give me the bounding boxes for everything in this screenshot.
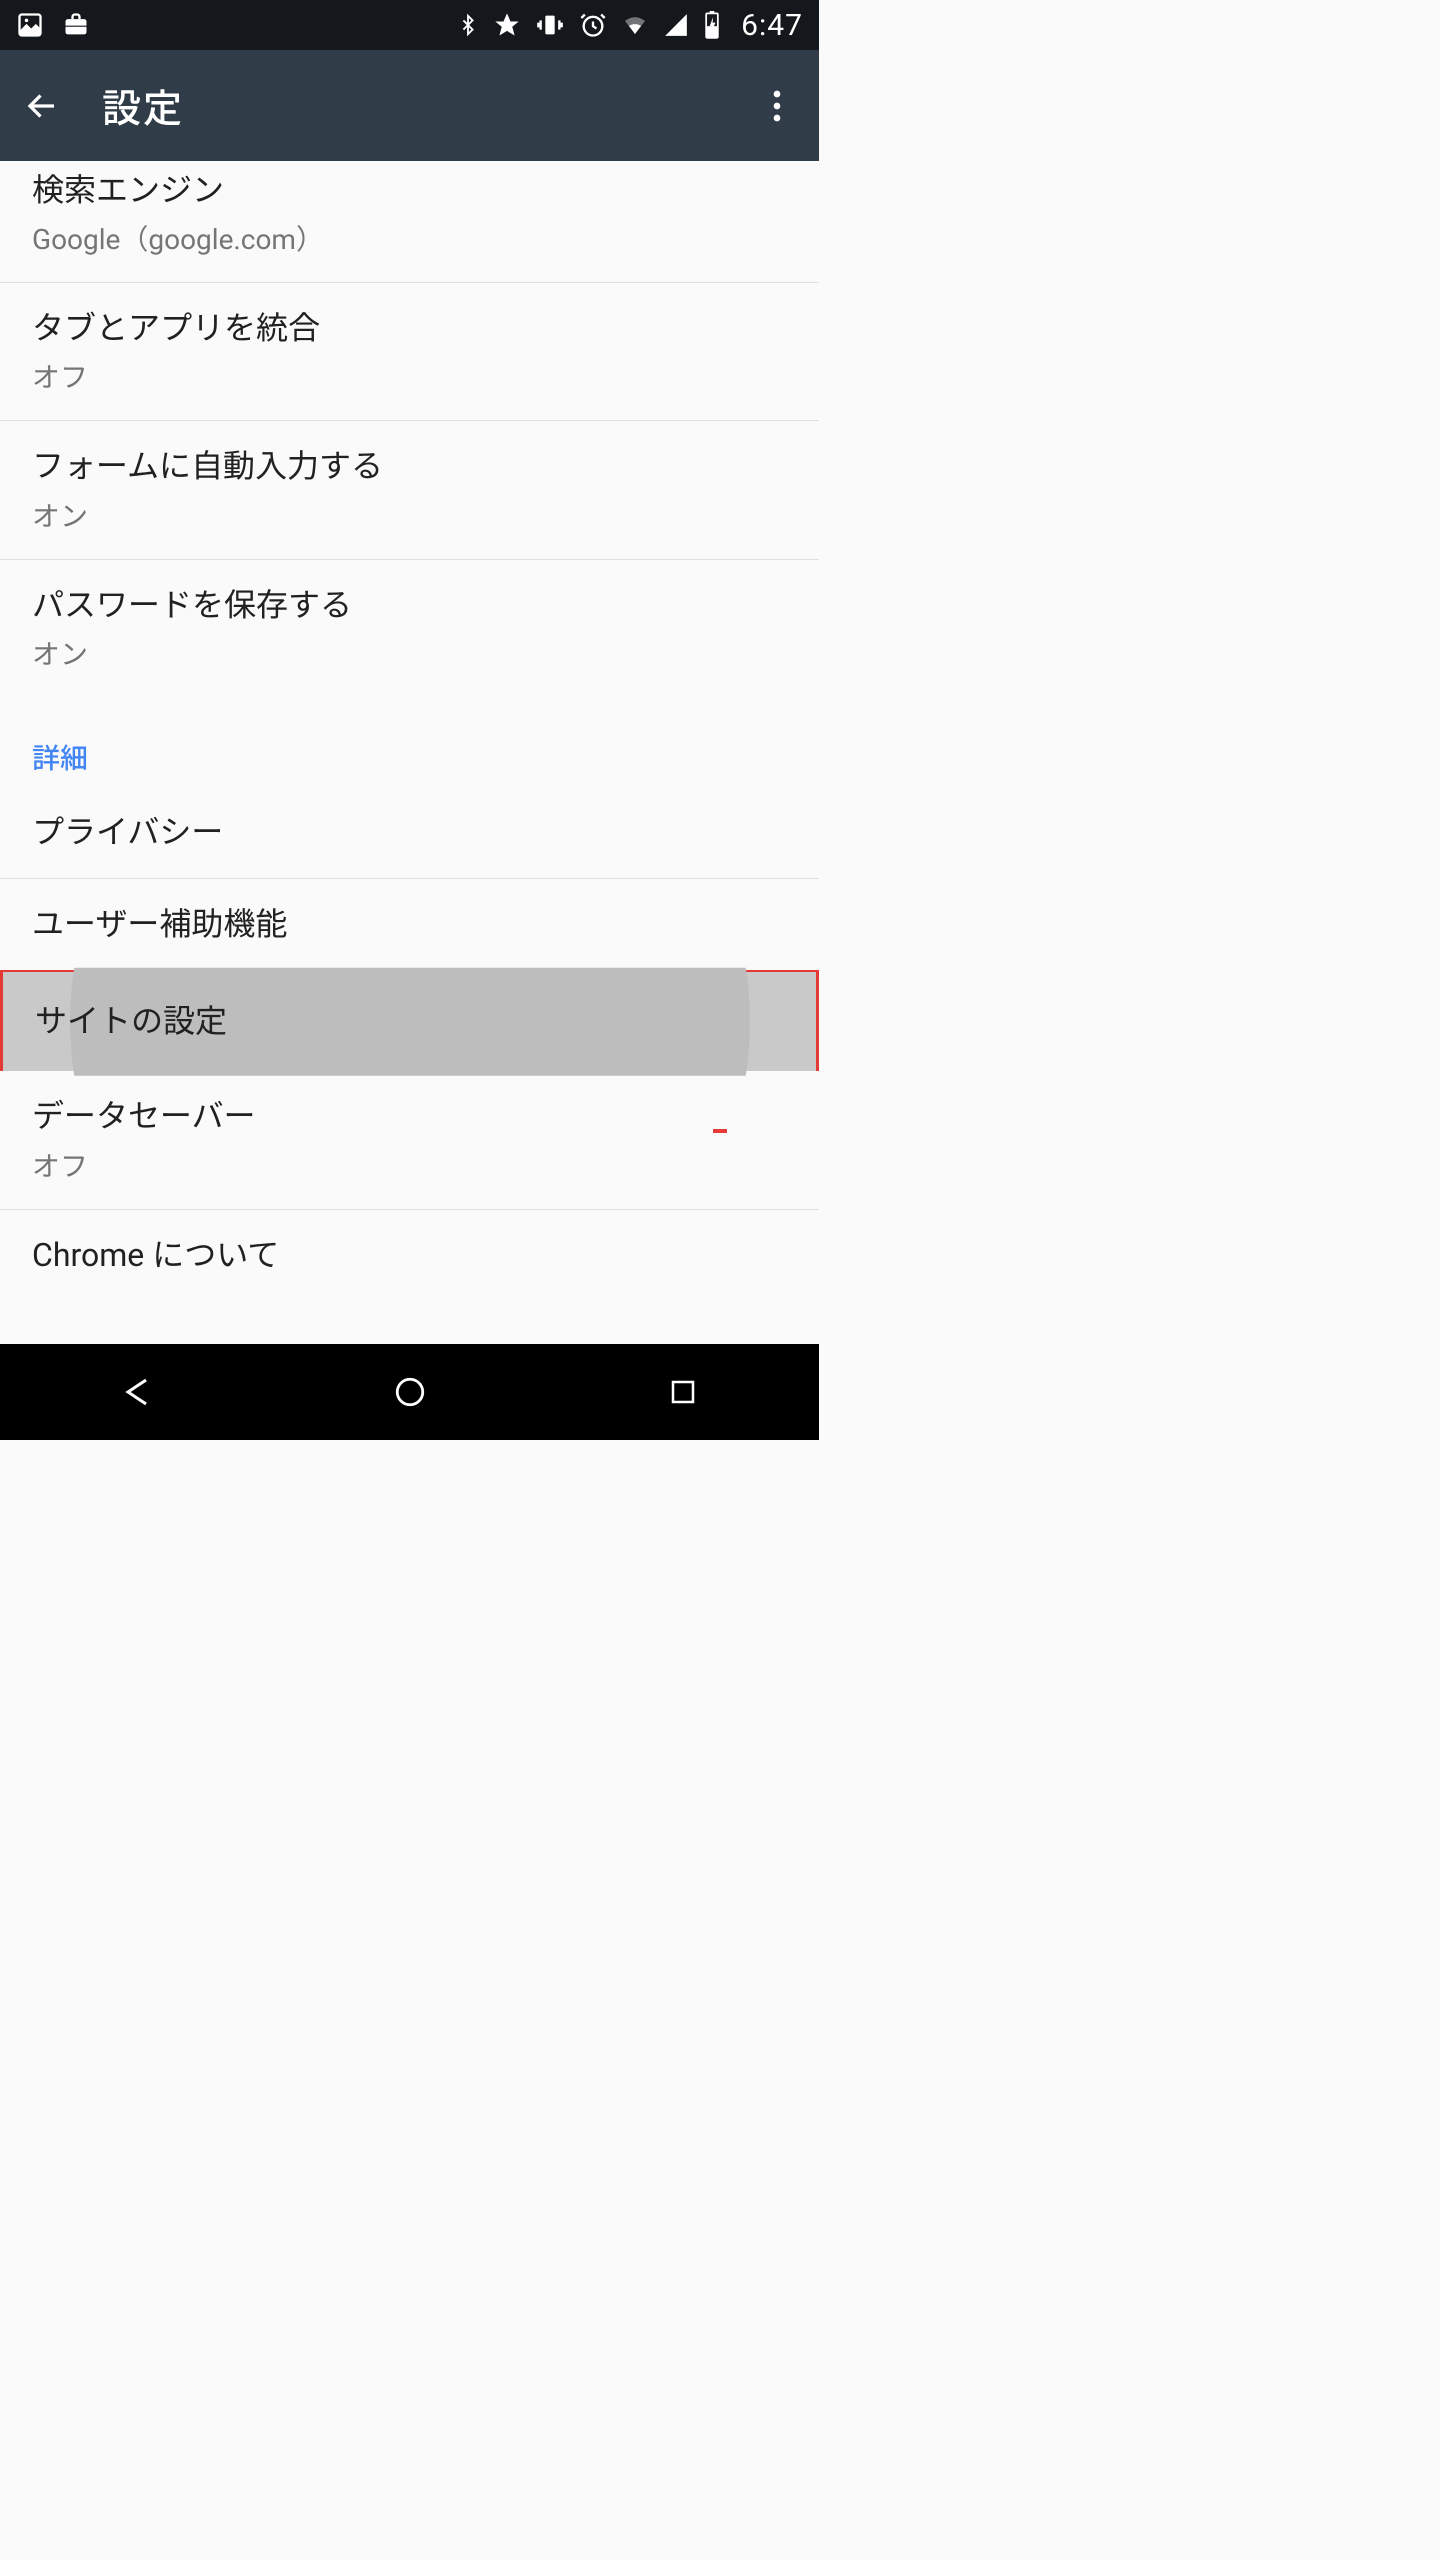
status-clock: 6:47	[741, 8, 803, 43]
back-button[interactable]	[20, 84, 64, 128]
navigation-bar	[0, 1344, 819, 1440]
overflow-menu-button[interactable]	[755, 84, 799, 128]
merge-tabs-title: タブとアプリを統合	[32, 307, 787, 350]
data-saver-indicator-icon	[713, 1129, 727, 1133]
row-search-engine[interactable]: 検索エンジン Google（google.com）	[0, 161, 819, 283]
data-saver-sub: オフ	[32, 1145, 713, 1185]
data-saver-title: データセーバー	[32, 1095, 713, 1138]
row-about-chrome[interactable]: Chrome について	[0, 1210, 819, 1301]
site-settings-title: サイトの設定	[35, 1000, 784, 1043]
merge-tabs-sub: オフ	[32, 356, 787, 396]
image-icon	[16, 11, 44, 39]
accessibility-title: ユーザー補助機能	[32, 903, 787, 946]
row-privacy[interactable]: プライバシー	[0, 787, 819, 879]
battery-charging-icon	[703, 11, 721, 39]
save-passwords-title: パスワードを保存する	[32, 584, 787, 627]
cellular-icon	[663, 12, 689, 38]
search-engine-sub: Google（google.com）	[32, 218, 787, 258]
advanced-section-header: 詳細	[0, 697, 819, 787]
nav-recents-button[interactable]	[633, 1364, 733, 1420]
row-accessibility[interactable]: ユーザー補助機能	[0, 879, 819, 970]
wifi-icon	[621, 13, 649, 37]
row-autofill-forms[interactable]: フォームに自動入力する オン	[0, 421, 819, 559]
settings-list: 検索エンジン Google（google.com） タブとアプリを統合 オフ フ…	[0, 161, 819, 1344]
page-title: 設定	[102, 78, 184, 134]
save-passwords-sub: オン	[32, 633, 787, 673]
privacy-title: プライバシー	[32, 811, 787, 854]
star-icon	[493, 11, 521, 39]
alarm-icon	[579, 11, 607, 39]
briefcase-icon	[62, 11, 90, 39]
vibrate-icon	[535, 11, 565, 39]
search-engine-title: 検索エンジン	[32, 169, 787, 212]
about-chrome-title: Chrome について	[32, 1234, 787, 1277]
autofill-forms-sub: オン	[32, 495, 787, 535]
row-data-saver[interactable]: データセーバー オフ	[0, 1071, 819, 1209]
nav-back-button[interactable]	[87, 1364, 187, 1420]
row-site-settings[interactable]: サイトの設定	[0, 970, 819, 1071]
status-bar: 6:47	[0, 0, 819, 50]
autofill-forms-title: フォームに自動入力する	[32, 445, 787, 488]
bluetooth-icon	[457, 11, 479, 39]
app-bar: 設定	[0, 50, 819, 161]
row-merge-tabs[interactable]: タブとアプリを統合 オフ	[0, 283, 819, 421]
nav-home-button[interactable]	[360, 1364, 460, 1420]
row-save-passwords[interactable]: パスワードを保存する オン	[0, 560, 819, 697]
